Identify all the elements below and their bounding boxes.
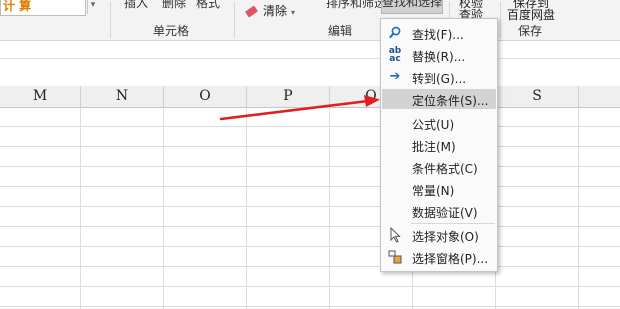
menu-item-label: 选择对象(O): [412, 230, 479, 244]
insert-button[interactable]: 插入: [124, 0, 148, 11]
ribbon: 计 算 ▾ 插入 删除 格式 单元格 清除 ▾ 排序和筛选 查找和选择 编辑 校验…: [0, 0, 620, 41]
group-separator: [234, 2, 235, 38]
clear-label: 清除: [263, 4, 288, 18]
menu-item-data-validation[interactable]: 数据验证(V): [382, 201, 496, 221]
menu-item-goto-special[interactable]: 定位条件(S)...: [382, 89, 496, 109]
menu-item-comments[interactable]: 批注(M): [382, 135, 496, 155]
formula-bar-line: [0, 58, 620, 59]
sort-filter-label: 排序和筛选: [326, 0, 387, 10]
menu-item-selection-pane[interactable]: 选择窗格(P)...: [382, 247, 496, 267]
find-select-button[interactable]: 查找和选择: [381, 0, 443, 14]
cursor-icon: [388, 226, 402, 243]
menu-item-conditional-formatting[interactable]: 条件格式(C): [382, 157, 496, 177]
menu-item-formulas[interactable]: 公式(U): [382, 113, 496, 133]
menu-item-label: 替换(R)...: [412, 50, 466, 64]
column-header-n[interactable]: N: [81, 86, 164, 107]
insert-label: 插入: [124, 0, 149, 10]
menu-separator: [411, 223, 495, 224]
menu-item-label: 常量(N): [412, 184, 455, 198]
formula-bar-area: [0, 41, 620, 87]
editing-group-label: 编辑: [328, 24, 353, 38]
menu-item-goto[interactable]: ➔ 转到(G)...: [382, 67, 496, 87]
arrow-right-icon: ➔: [389, 69, 401, 84]
save-group-label: 保存: [518, 24, 543, 38]
column-header-row: M N O P Q R S: [0, 86, 620, 108]
column-header-s[interactable]: S: [496, 86, 579, 107]
menu-item-label: 条件格式(C): [412, 162, 478, 176]
menu-item-label: 数据验证(V): [412, 206, 478, 220]
search-icon: [388, 25, 402, 41]
replace-icon: ab ac: [388, 46, 402, 64]
column-header-p[interactable]: P: [247, 86, 330, 107]
style-more-button[interactable]: ▾: [87, 0, 98, 14]
delete-label: 删除: [162, 0, 187, 10]
find-select-menu: 查找(F)... ab ac 替换(R)... ➔ 转到(G)... 定位条件(S…: [380, 18, 498, 272]
menu-item-find[interactable]: 查找(F)...: [382, 23, 496, 43]
column-header-o[interactable]: O: [164, 86, 247, 107]
worksheet-grid[interactable]: [0, 107, 620, 309]
format-button[interactable]: 格式: [196, 0, 220, 11]
find-select-label: 查找和选择: [382, 0, 443, 9]
baidu-netdisk-button[interactable]: 百度网盘: [507, 6, 555, 23]
menu-item-constants[interactable]: 常量(N): [382, 179, 496, 199]
sort-filter-button[interactable]: 排序和筛选: [326, 0, 386, 11]
delete-button[interactable]: 删除: [162, 0, 186, 11]
column-header-next[interactable]: [579, 86, 620, 107]
menu-item-label: 转到(G)...: [412, 72, 467, 86]
cell-style-box[interactable]: 计 算: [0, 0, 86, 16]
cells-group-label: 单元格: [153, 24, 190, 38]
column-header-m[interactable]: M: [0, 86, 81, 107]
menu-item-label: 批注(M): [412, 140, 456, 154]
group-separator: [500, 2, 501, 38]
menu-item-label: 定位条件(S)...: [412, 94, 489, 108]
menu-item-label: 选择窗格(P)...: [412, 252, 489, 266]
menu-item-select-objects[interactable]: 选择对象(O): [382, 225, 496, 245]
eraser-icon: [244, 5, 259, 18]
group-separator: [110, 2, 111, 38]
clear-button[interactable]: 清除 ▾: [244, 2, 295, 19]
menu-item-replace[interactable]: ab ac 替换(R)...: [382, 45, 496, 65]
baidu-netdisk-label: 百度网盘: [507, 8, 556, 22]
menu-item-label: 查找(F)...: [412, 28, 464, 42]
menu-item-label: 公式(U): [412, 118, 455, 132]
format-label: 格式: [196, 0, 221, 10]
cell-style-text: 计 算: [3, 0, 32, 13]
selection-pane-icon: [388, 249, 402, 265]
